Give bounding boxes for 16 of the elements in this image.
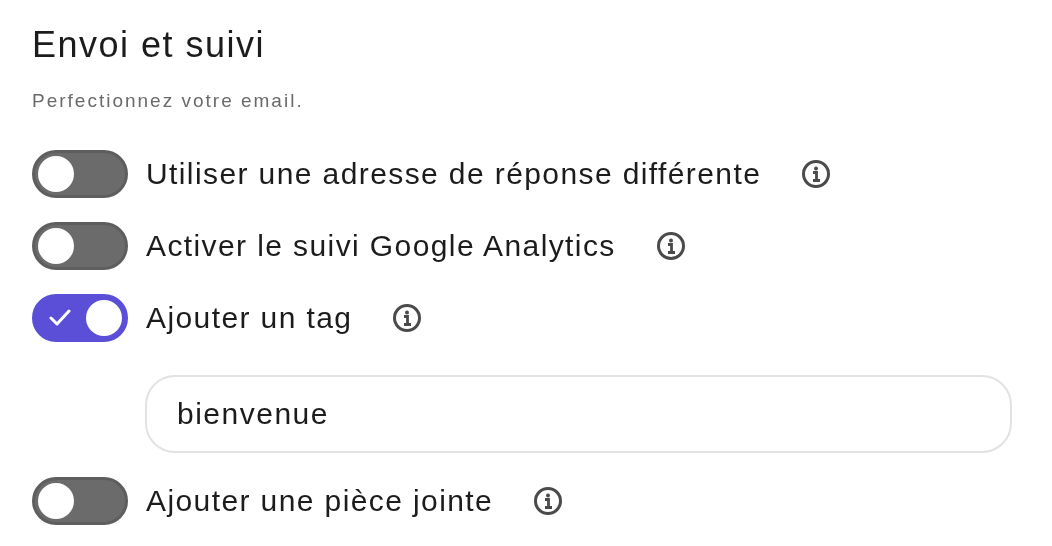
- info-icon[interactable]: [533, 486, 564, 516]
- toggle-switch[interactable]: [32, 222, 128, 270]
- option-label: Utiliser une adresse de réponse différente: [146, 157, 762, 191]
- info-icon[interactable]: [655, 231, 686, 261]
- info-icon[interactable]: [392, 303, 423, 333]
- section-subtitle: Perfectionnez votre email.: [32, 90, 305, 112]
- check-icon: [49, 308, 71, 328]
- option-label: Ajouter une pièce jointe: [146, 484, 494, 518]
- toggle-switch[interactable]: [32, 477, 128, 525]
- toggle-switch[interactable]: [32, 294, 128, 342]
- toggle-switch[interactable]: [32, 150, 128, 198]
- section-title: Envoi et suivi: [32, 23, 267, 67]
- tag-input-field[interactable]: bienvenue: [145, 375, 1012, 453]
- option-label: Activer le suivi Google Analytics: [146, 229, 616, 263]
- info-icon[interactable]: [801, 159, 832, 189]
- option-label: Ajouter un tag: [146, 301, 353, 335]
